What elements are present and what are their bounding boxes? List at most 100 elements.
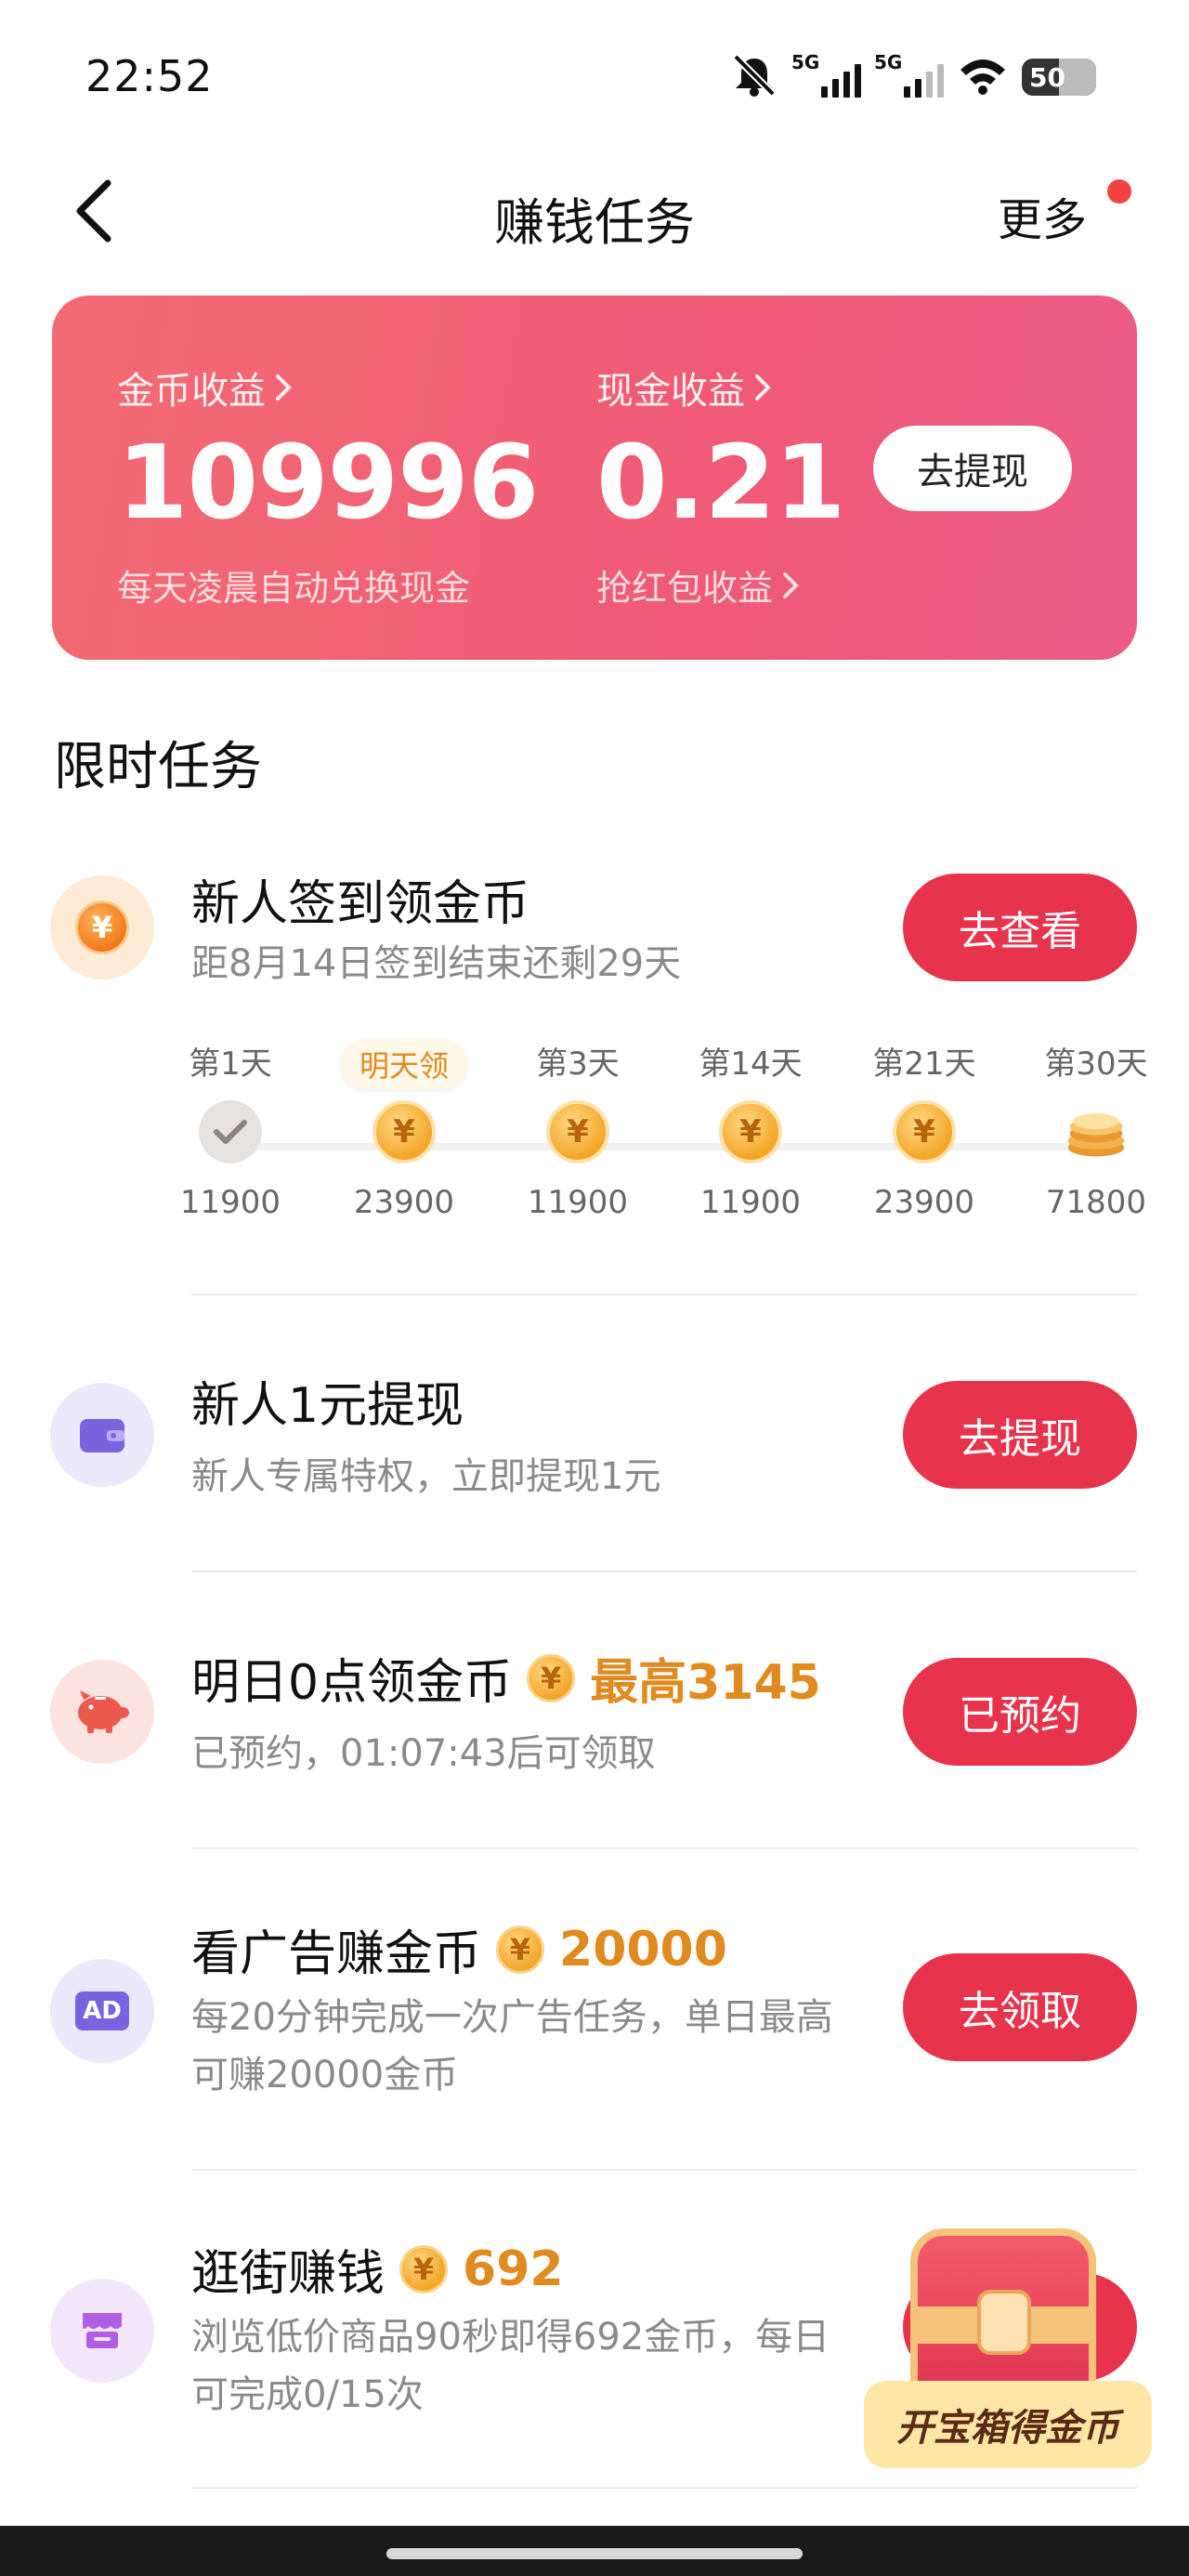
divider — [191, 1571, 1137, 1572]
divider — [191, 1294, 1137, 1295]
claim-button[interactable]: 去领取 — [903, 1953, 1137, 2061]
network-label-2: 5G — [874, 51, 903, 73]
task-title: 新人签到领金币 — [191, 876, 530, 932]
coin-icon: ¥ — [496, 1925, 545, 1974]
task-icon-signin: ¥ — [50, 875, 154, 979]
task-title: 明日0点领金币 — [191, 1655, 513, 1711]
withdraw-task-button[interactable]: 去提现 — [903, 1381, 1137, 1489]
signin-day[interactable]: 第3天 ¥ 11900 — [503, 1041, 652, 1221]
earnings-card: 金币收益 109996 每天凌晨自动兑换现金 现金收益 0.21 抢红包收益 去… — [52, 296, 1137, 660]
task-tomorrow-coins: 明日0点领金币 ¥ 最高3145 已预约，01:07:43后可领取 已预约 — [0, 1643, 1189, 1792]
task-reward: 最高3145 — [590, 1655, 821, 1711]
home-gesture-handle[interactable] — [386, 2548, 803, 2559]
signin-day[interactable]: 第1天 11900 — [156, 1041, 305, 1221]
task-title: 逛街赚钱 — [191, 2246, 385, 2302]
task-title-row: 明日0点领金币 ¥ 最高3145 — [191, 1643, 821, 1713]
cash-earnings-value: 0.21 — [596, 423, 845, 542]
signin-day[interactable]: 明天领 ¥ 23900 — [330, 1039, 478, 1221]
tomorrow-badge: 明天领 — [340, 1039, 468, 1089]
signin-timeline: 第1天 11900 明天领 ¥ 23900 第3天 ¥ 11900 第14天 ¥… — [0, 1039, 1189, 1255]
coin-earnings-label-row: 金币收益 — [117, 361, 538, 414]
notification-dot — [1107, 179, 1131, 204]
day-label: 第3天 — [536, 1045, 620, 1083]
signal-icon-2: 5G — [874, 51, 944, 98]
coin-icon: ¥ — [372, 1100, 436, 1163]
cash-earnings[interactable]: 现金收益 0.21 抢红包收益 — [596, 361, 845, 611]
day-reward: 11900 — [179, 1184, 281, 1221]
task-new-user-withdraw: 新人1元提现 新人专属特权，立即提现1元 去提现 — [0, 1366, 1189, 1515]
task-desc: 浏览低价商品90秒即得692金币，每日可完成0/15次 — [191, 2316, 830, 2416]
task-desc: 距8月14日签到结束还剩29天 — [191, 942, 682, 985]
day-reward: 11900 — [699, 1184, 802, 1221]
red-packet-earnings-label: 抢红包收益 — [596, 568, 774, 609]
chevron-right-icon — [276, 375, 292, 401]
divider — [191, 1847, 1137, 1849]
status-icons: 5G 5G 50 — [730, 51, 1096, 103]
task-reward: 692 — [463, 2241, 564, 2297]
task-desc: 新人专属特权，立即提现1元 — [191, 1455, 661, 1498]
signin-day[interactable]: 第30天 71800 — [1022, 1041, 1170, 1221]
withdraw-button[interactable]: 去提现 — [873, 426, 1072, 511]
check-icon — [199, 1100, 262, 1163]
reserved-button[interactable]: 已预约 — [903, 1658, 1137, 1766]
chevron-right-icon — [783, 572, 799, 598]
battery-icon: 50 — [1022, 59, 1096, 96]
battery-level: 50 — [1029, 61, 1065, 93]
coin-icon: ¥ — [893, 1100, 956, 1163]
day-label: 第21天 — [872, 1045, 976, 1083]
cash-earnings-label-row: 现金收益 — [596, 361, 844, 414]
task-signin: ¥ 新人签到领金币 距8月14日签到结束还剩29天 去查看 — [0, 864, 1189, 1050]
task-title: 看广告赚金币 — [191, 1926, 482, 1982]
view-button[interactable]: 去查看 — [903, 874, 1137, 981]
signin-day[interactable]: 第21天 ¥ 23900 — [850, 1041, 999, 1221]
task-icon-ad: AD — [50, 1959, 154, 2063]
signin-day[interactable]: 第14天 ¥ 11900 — [676, 1041, 825, 1221]
coin-earnings[interactable]: 金币收益 109996 每天凌晨自动兑换现金 — [117, 361, 539, 611]
header: 赚钱任务 更多 — [0, 153, 1189, 274]
task-icon-store — [50, 2279, 154, 2383]
status-time: 22:52 — [85, 51, 214, 101]
task-title-row: 看广告赚金币 ¥ 20000 — [191, 1914, 727, 1984]
coin-icon: ¥ — [719, 1100, 782, 1163]
day-label: 第14天 — [699, 1045, 803, 1083]
coin-earnings-label: 金币收益 — [117, 370, 266, 413]
task-icon-wallet — [50, 1383, 154, 1487]
wifi-icon — [957, 55, 1009, 99]
day-label: 第30天 — [1044, 1045, 1148, 1083]
status-bar: 22:52 5G 5G 50 — [0, 0, 1189, 149]
coin-stack-icon — [1065, 1100, 1128, 1163]
treasure-box-widget[interactable]: 开宝箱得金币 — [864, 2221, 1152, 2500]
day-reward: 23900 — [353, 1184, 455, 1221]
day-label: 第1天 — [189, 1045, 272, 1083]
network-label-1: 5G — [791, 51, 820, 73]
day-reward: 71800 — [1045, 1184, 1147, 1221]
task-desc: 每20分钟完成一次广告任务，单日最高可赚20000金币 — [191, 1996, 833, 2096]
section-title: 限时任务 — [54, 737, 262, 797]
task-watch-ads: AD 看广告赚金币 ¥ 20000 每20分钟完成一次广告任务，单日最高可赚20… — [0, 1914, 1189, 2119]
task-icon-piggy — [50, 1660, 154, 1764]
task-reward: 20000 — [559, 1921, 727, 1978]
wallet-icon — [80, 1419, 124, 1452]
ad-icon: AD — [75, 1991, 129, 2031]
task-title: 新人1元提现 — [191, 1378, 464, 1434]
coin-icon: ¥ — [399, 2244, 449, 2293]
task-desc: 已预约，01:07:43后可领取 — [191, 1732, 656, 1775]
treasure-label: 开宝箱得金币 — [864, 2381, 1152, 2468]
coin-earnings-value: 109996 — [117, 423, 539, 542]
task-title-row: 逛街赚钱 ¥ 692 — [191, 2234, 564, 2304]
coin-icon: ¥ — [75, 900, 129, 954]
coin-earnings-note: 每天凌晨自动兑换现金 — [117, 568, 471, 609]
store-icon — [83, 2313, 122, 2348]
more-button[interactable]: 更多 — [998, 183, 1087, 248]
cash-earnings-label: 现金收益 — [596, 370, 745, 413]
signal-icon-1: 5G — [791, 51, 861, 98]
divider — [191, 2169, 1137, 2171]
piggy-bank-icon — [78, 1690, 129, 1733]
mute-icon — [730, 53, 778, 101]
coin-icon: ¥ — [546, 1100, 609, 1163]
red-packet-earnings-link[interactable]: 抢红包收益 — [596, 559, 844, 611]
coin-icon: ¥ — [527, 1653, 576, 1702]
day-reward: 23900 — [873, 1184, 975, 1221]
chevron-right-icon — [755, 375, 771, 401]
day-reward: 11900 — [527, 1184, 629, 1221]
